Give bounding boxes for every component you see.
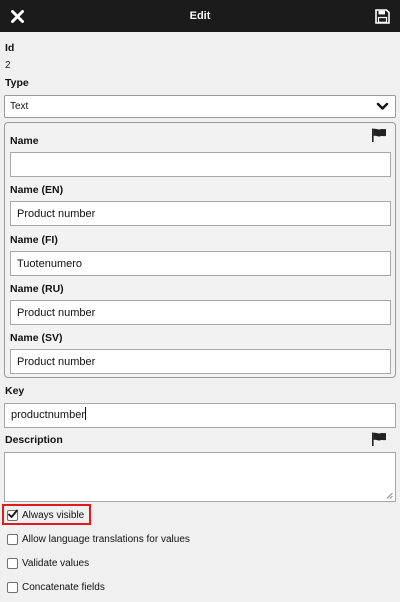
check-icon [8, 509, 18, 518]
id-label: Id [5, 42, 15, 54]
key-input-value: productnumber [11, 409, 85, 421]
validate-values-label: Validate values [22, 557, 90, 569]
name-ru-label: Name (RU) [10, 283, 64, 295]
description-textarea[interactable] [4, 452, 396, 502]
key-input[interactable]: productnumber [4, 403, 396, 428]
name-label: Name [10, 135, 39, 147]
key-label: Key [5, 385, 25, 397]
always-visible-checkbox[interactable] [7, 509, 18, 521]
concatenate-fields-checkbox[interactable] [7, 581, 18, 593]
description-label: Description [5, 434, 63, 446]
validate-values-checkbox[interactable] [7, 557, 18, 569]
allow-language-translations-row[interactable]: Allow language translations for values [7, 531, 190, 547]
name-sv-label: Name (SV) [10, 332, 63, 344]
id-value: 2 [5, 60, 11, 71]
save-button[interactable] [372, 5, 392, 27]
flag-icon[interactable] [371, 128, 387, 142]
chevron-down-icon [376, 102, 389, 110]
type-selected-value: Text [10, 101, 29, 112]
flag-icon[interactable] [371, 432, 387, 446]
type-select[interactable]: Text [4, 95, 396, 118]
name-translations-group: Name Name (EN) Name (FI) Name (RU) Name … [4, 122, 396, 378]
always-visible-label: Always visible [22, 509, 85, 521]
save-icon [374, 8, 390, 24]
allow-language-translations-label: Allow language translations for values [22, 533, 190, 545]
resize-handle-icon[interactable] [386, 492, 393, 499]
name-fi-label: Name (FI) [10, 234, 58, 246]
text-cursor [85, 407, 86, 420]
name-en-input[interactable] [10, 201, 391, 226]
allow-language-translations-checkbox[interactable] [7, 533, 18, 545]
page-title: Edit [189, 10, 211, 22]
name-en-label: Name (EN) [10, 184, 64, 196]
concatenate-fields-row[interactable]: Concatenate fields [7, 579, 105, 595]
validate-values-row[interactable]: Validate values [7, 555, 89, 571]
top-bar: Edit [0, 0, 400, 32]
name-sv-input[interactable] [10, 349, 391, 374]
always-visible-checkbox-row[interactable]: Always visible [7, 507, 84, 523]
name-input[interactable] [10, 152, 391, 177]
name-fi-input[interactable] [10, 251, 391, 276]
type-label: Type [5, 77, 29, 89]
name-ru-input[interactable] [10, 300, 391, 325]
concatenate-fields-label: Concatenate fields [22, 581, 105, 593]
